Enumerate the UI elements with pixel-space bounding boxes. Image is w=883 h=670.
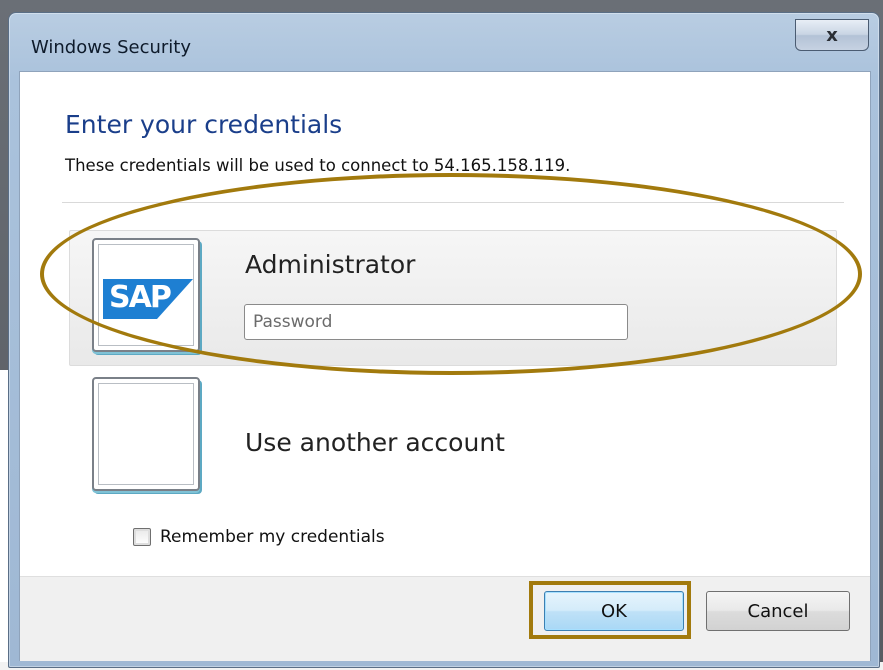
remember-credentials-label[interactable]: Remember my credentials (160, 527, 385, 547)
dialog-title: Windows Security (31, 37, 191, 58)
close-button[interactable]: x (795, 19, 869, 51)
title-bar[interactable]: Windows Security x (9, 13, 879, 71)
remember-credentials-row[interactable]: Remember my credentials (133, 527, 385, 547)
avatar-frame (98, 383, 194, 485)
page-title: Enter your credentials (65, 110, 343, 139)
checkbox-icon[interactable] (133, 528, 151, 546)
annotation-box (529, 581, 691, 639)
close-icon: x (826, 24, 838, 46)
annotation-ellipse (40, 173, 862, 375)
user-tile-icon[interactable] (92, 377, 200, 491)
use-another-account-option[interactable]: Use another account (245, 428, 505, 457)
cancel-button[interactable]: Cancel (706, 591, 850, 631)
connection-description: These credentials will be used to connec… (65, 156, 571, 175)
